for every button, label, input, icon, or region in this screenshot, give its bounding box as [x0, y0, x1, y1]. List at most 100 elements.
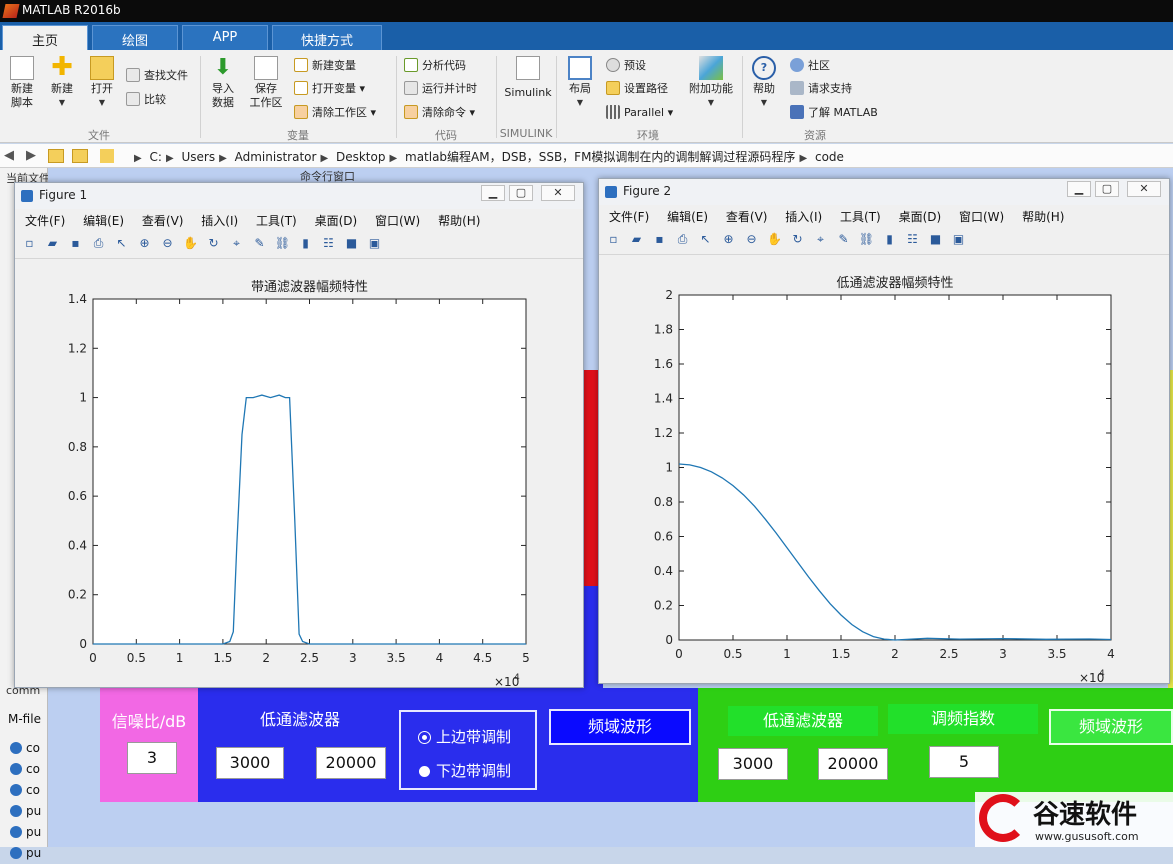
back-arrow-icon[interactable]: ◀: [4, 148, 14, 163]
lsb-radio[interactable]: 下边带调制: [419, 760, 511, 781]
show-tools-icon[interactable]: ▣: [366, 235, 383, 252]
pan-icon[interactable]: ✋: [766, 231, 783, 248]
open-file-icon[interactable]: ▰: [628, 231, 645, 248]
rotate-icon[interactable]: ↻: [205, 235, 222, 252]
up-folder-icon[interactable]: [48, 149, 64, 163]
rotate-icon[interactable]: ↻: [789, 231, 806, 248]
new-figure-icon[interactable]: ▫: [605, 231, 622, 248]
link-icon[interactable]: ⛓: [274, 235, 291, 252]
breadcrumb-item[interactable]: Desktop: [336, 150, 386, 164]
forward-arrow-icon[interactable]: ▶: [26, 148, 36, 163]
breadcrumb-item[interactable]: code: [815, 150, 844, 164]
tab-shortcuts[interactable]: 快捷方式: [272, 25, 382, 50]
request-support-button[interactable]: 请求支持: [790, 79, 852, 99]
list-item[interactable]: pu: [10, 843, 41, 864]
data-cursor-icon[interactable]: ⌖: [228, 235, 245, 252]
menu-item[interactable]: 编辑(E): [667, 210, 708, 224]
figure-1-titlebar[interactable]: Figure 1 ▁ ▢ ✕: [15, 183, 583, 209]
print-icon[interactable]: ⎙: [90, 235, 107, 252]
save-icon[interactable]: ▪: [651, 231, 668, 248]
save-icon[interactable]: ▪: [67, 235, 84, 252]
import-data-button[interactable]: ⬇ 导入 数据: [206, 56, 240, 110]
breadcrumb-item[interactable]: Users: [181, 150, 215, 164]
layout-button[interactable]: 布局 ▼: [564, 56, 596, 110]
ssb-freq-wave-button[interactable]: 频域波形: [549, 709, 691, 745]
fm-lpf-high-input[interactable]: 20000: [818, 748, 888, 780]
new-figure-icon[interactable]: ▫: [21, 235, 38, 252]
new-variable-button[interactable]: 新建变量: [294, 56, 356, 76]
analyze-code-button[interactable]: 分析代码: [404, 56, 466, 76]
set-path-button[interactable]: 设置路径: [606, 79, 668, 99]
list-item[interactable]: co: [10, 738, 41, 759]
fm-freq-wave-button[interactable]: 频域波形: [1049, 709, 1173, 745]
preferences-button[interactable]: 预设: [606, 56, 646, 76]
fm-index-input[interactable]: 5: [929, 746, 999, 778]
zoom-in-icon[interactable]: ⊕: [720, 231, 737, 248]
pan-icon[interactable]: ✋: [182, 235, 199, 252]
address-bar[interactable]: ◀ ▶ ▶ C: ▶ Users ▶ Administrator ▶ Desktop ▶…: [0, 144, 1173, 168]
maximize-button[interactable]: ▢: [1095, 181, 1119, 197]
brush-icon[interactable]: ✎: [251, 235, 268, 252]
menu-item[interactable]: 窗口(W): [375, 214, 420, 228]
data-cursor-icon[interactable]: ⌖: [812, 231, 829, 248]
breadcrumb-item[interactable]: C:: [150, 150, 162, 164]
print-icon[interactable]: ⎙: [674, 231, 691, 248]
menu-item[interactable]: 文件(F): [25, 214, 65, 228]
menu-item[interactable]: 工具(T): [256, 214, 297, 228]
tab-plots[interactable]: 绘图: [92, 25, 178, 50]
close-button[interactable]: ✕: [1127, 181, 1161, 197]
show-tools-icon[interactable]: ▣: [950, 231, 967, 248]
lpf-high-input[interactable]: 20000: [316, 747, 386, 779]
menu-item[interactable]: 窗口(W): [959, 210, 1004, 224]
snr-input[interactable]: 3: [127, 742, 177, 774]
pointer-icon[interactable]: ↖: [113, 235, 130, 252]
add-ons-button[interactable]: 附加功能 ▼: [686, 56, 736, 110]
hide-tools-icon[interactable]: ■: [343, 235, 360, 252]
list-item[interactable]: pu: [10, 801, 41, 822]
colorbar-icon[interactable]: ▮: [881, 231, 898, 248]
browse-folder-icon[interactable]: [72, 149, 88, 163]
legend-icon[interactable]: ☷: [904, 231, 921, 248]
lpf-low-input[interactable]: 3000: [216, 747, 284, 779]
tab-apps[interactable]: APP: [182, 25, 268, 50]
menu-item[interactable]: 查看(V): [726, 210, 768, 224]
menu-item[interactable]: 帮助(H): [438, 214, 480, 228]
menu-item[interactable]: 工具(T): [840, 210, 881, 224]
clear-workspace-button[interactable]: 清除工作区 ▾: [294, 103, 376, 123]
breadcrumb-item[interactable]: matlab编程AM，DSB，SSB，FM模拟调制在内的调制解调过程源码程序: [405, 150, 795, 164]
zoom-out-icon[interactable]: ⊖: [159, 235, 176, 252]
minimize-button[interactable]: ▁: [1067, 181, 1091, 197]
menu-item[interactable]: 桌面(D): [315, 214, 358, 228]
community-button[interactable]: 社区: [790, 56, 830, 76]
list-item[interactable]: co: [10, 780, 41, 801]
brush-icon[interactable]: ✎: [835, 231, 852, 248]
simulink-button[interactable]: Simulink: [502, 56, 554, 100]
menu-item[interactable]: 编辑(E): [83, 214, 124, 228]
parallel-button[interactable]: Parallel ▾: [606, 103, 673, 123]
menu-item[interactable]: 帮助(H): [1022, 210, 1064, 224]
menu-item[interactable]: 查看(V): [142, 214, 184, 228]
close-button[interactable]: ✕: [541, 185, 575, 201]
list-item[interactable]: pu: [10, 822, 41, 843]
open-button[interactable]: 打开 ▼: [86, 56, 118, 110]
maximize-button[interactable]: ▢: [509, 185, 533, 201]
colorbar-icon[interactable]: ▮: [297, 235, 314, 252]
clear-commands-button[interactable]: 清除命令 ▾: [404, 103, 475, 123]
learn-matlab-button[interactable]: 了解 MATLAB: [790, 103, 878, 123]
tab-home[interactable]: 主页: [2, 25, 88, 50]
menu-item[interactable]: 桌面(D): [899, 210, 942, 224]
minimize-button[interactable]: ▁: [481, 185, 505, 201]
pointer-icon[interactable]: ↖: [697, 231, 714, 248]
help-button[interactable]: ? 帮助 ▼: [748, 56, 780, 110]
new-script-button[interactable]: 新建 脚本: [6, 56, 38, 110]
find-files-button[interactable]: 查找文件: [126, 66, 188, 86]
usb-radio[interactable]: 上边带调制: [418, 726, 511, 747]
run-and-time-button[interactable]: 运行并计时: [404, 79, 477, 99]
zoom-in-icon[interactable]: ⊕: [136, 235, 153, 252]
hide-tools-icon[interactable]: ■: [927, 231, 944, 248]
menu-item[interactable]: 插入(I): [201, 214, 238, 228]
compare-button[interactable]: 比较: [126, 90, 166, 110]
figure-2-titlebar[interactable]: Figure 2 ▁ ▢ ✕: [599, 179, 1169, 205]
legend-icon[interactable]: ☷: [320, 235, 337, 252]
breadcrumb-item[interactable]: Administrator: [235, 150, 317, 164]
